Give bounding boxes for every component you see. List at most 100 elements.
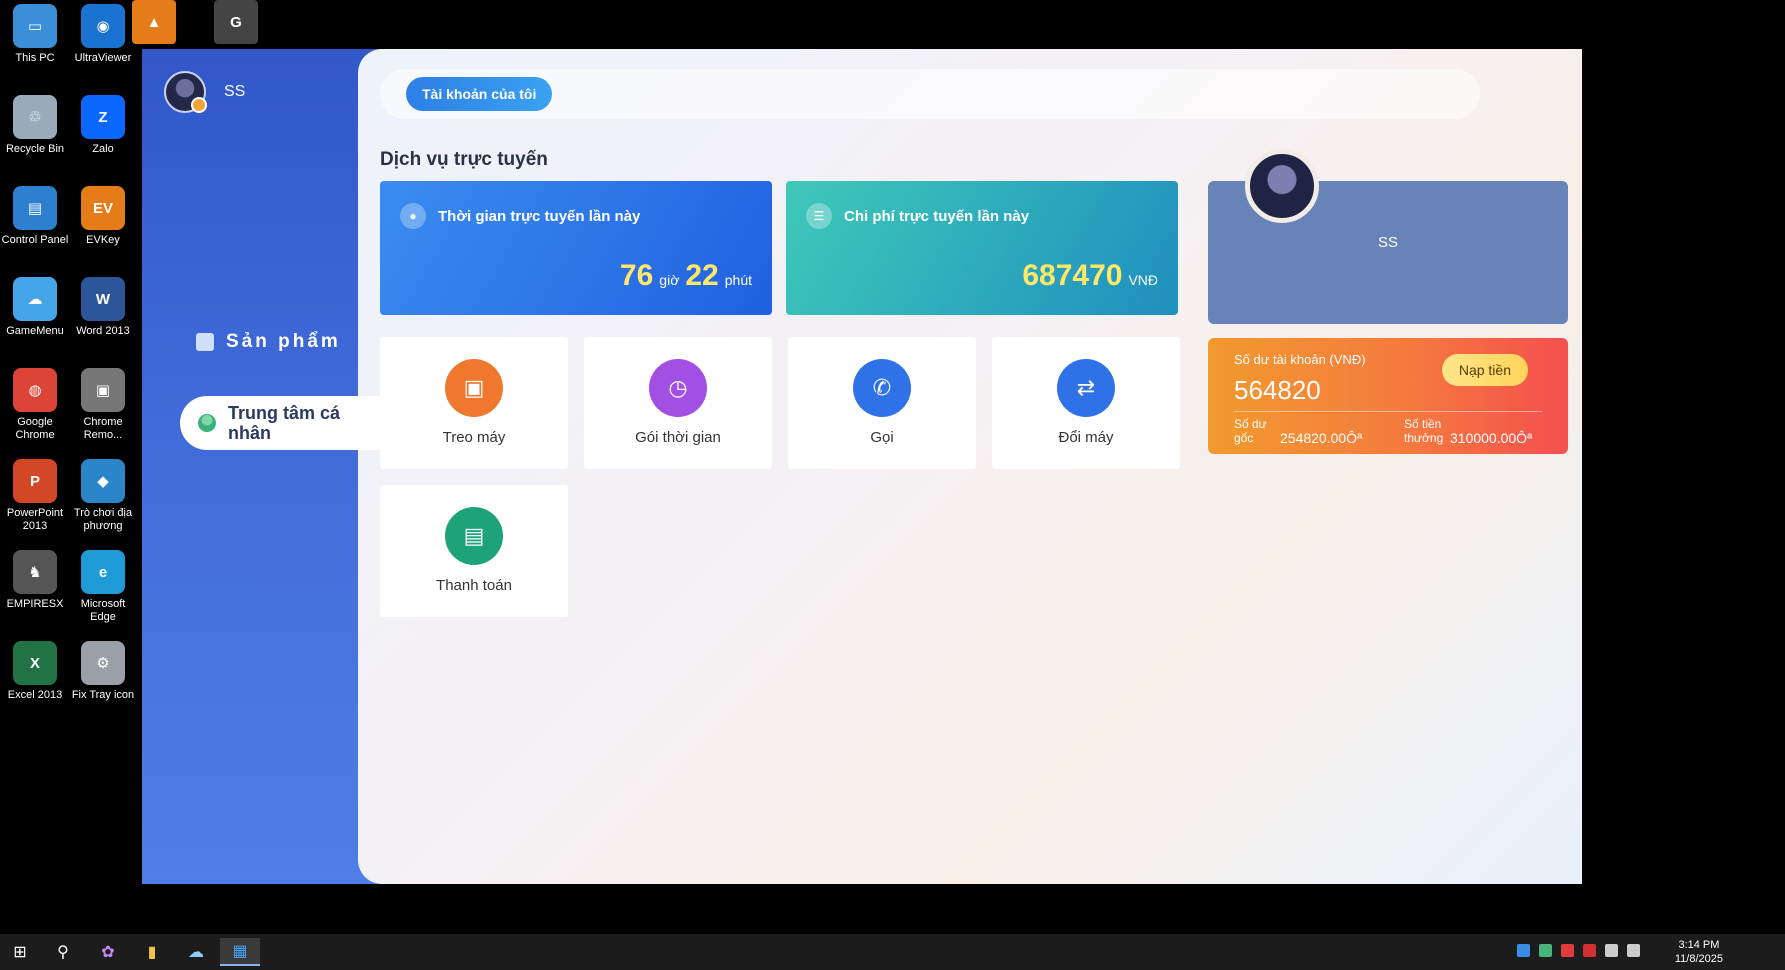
desktop-shortcut[interactable]: ▤ Control Panel [0, 186, 70, 247]
wallet-icon: ▤ [445, 507, 503, 565]
tray-app-icon[interactable] [1517, 944, 1530, 957]
desktop-shortcut[interactable]: ◉ UltraViewer [68, 4, 138, 65]
lion-app-icon[interactable]: ▲ [132, 0, 176, 44]
chrome-icon: ◍ [13, 368, 57, 412]
desktop-shortcut-label: Control Panel [1, 234, 69, 246]
lion-logo-icon: ▲ [132, 0, 176, 44]
sidebar-user[interactable]: SS [164, 71, 245, 113]
cost-unit: VNĐ [1128, 272, 1158, 288]
tile-label: Treo máy [442, 429, 506, 446]
desktop-shortcut[interactable]: ◍ Google Chrome [0, 368, 70, 442]
tile-label: Đổi máy [1058, 429, 1114, 446]
treo-may-tile[interactable]: ▣ Treo máy [380, 337, 568, 469]
cost-value: 687470 [1022, 259, 1123, 292]
network-icon[interactable] [1605, 944, 1618, 957]
word-icon: W [81, 277, 125, 321]
tray-network-app-icon[interactable] [1539, 944, 1552, 957]
top-tab-bar: Tài khoản của tôi [380, 69, 1480, 119]
sidebar-item-label: Trung tâm cá nhân [228, 403, 341, 443]
online-cost-title: Chi phí trực tuyến lần này [844, 207, 1030, 225]
recycle-bin-icon: ♲ [13, 95, 57, 139]
desktop-shortcut-label: EVKey [86, 234, 120, 246]
desktop-shortcut[interactable]: ☁ GameMenu [0, 277, 70, 338]
bonus-balance-label: Số tiền thưởng [1404, 417, 1444, 445]
desktop-shortcut[interactable]: W Word 2013 [68, 277, 138, 338]
desktop-shortcut[interactable]: EV EVKey [68, 186, 138, 247]
clock-date: 11/8/2025 [1674, 953, 1723, 965]
goi-thoi-gian-tile[interactable]: ◷ Gói thời gian [584, 337, 772, 469]
desktop-shortcut[interactable]: ♲ Recycle Bin [0, 95, 70, 156]
section-title: Dịch vụ trực tuyến [380, 149, 548, 170]
desktop-shortcut[interactable]: Z Zalo [68, 95, 138, 156]
online-cost-card: ☰ Chi phí trực tuyến lần này 687470 VNĐ [786, 181, 1178, 315]
sidebar-item-personal-center[interactable]: Trung tâm cá nhân [180, 396, 400, 450]
minutes-value: 22 [685, 259, 719, 292]
sidebar-item-products[interactable]: Sản phẩm [196, 331, 341, 353]
volume-icon[interactable] [1627, 944, 1640, 957]
ultraviewer-icon: ◉ [81, 4, 125, 48]
desktop-shortcut[interactable]: ⚙ Fix Tray icon [68, 641, 138, 702]
powerpoint-icon: P [13, 459, 57, 503]
balance-card: Số dư tài khoản (VNĐ) 564820 Nạp tiền Số… [1208, 338, 1568, 454]
bonus-balance-value: 310000.00Ôª [1450, 430, 1533, 446]
control-panel-icon: ▤ [13, 186, 57, 230]
tray-red-app-icon[interactable] [1561, 944, 1574, 957]
search-icon[interactable]: ⚲ [43, 938, 83, 966]
desktop-shortcut-label: Microsoft Edge [80, 598, 126, 623]
desktop-shortcut-label: UltraViewer [74, 52, 132, 64]
divider [1234, 411, 1542, 412]
base-balance: Số dư gốc 254820.00Ôª [1234, 417, 1362, 445]
online-time-title: Thời gian trực tuyến lần này [438, 207, 641, 225]
hours-unit: giờ [659, 272, 680, 288]
tray-v-icon[interactable] [1583, 944, 1596, 957]
user-icon [198, 414, 216, 432]
tab-my-account[interactable]: Tài khoản của tôi [406, 77, 553, 111]
phone-icon: ✆ [853, 359, 911, 417]
doi-may-tile[interactable]: ⇄ Đổi máy [992, 337, 1180, 469]
online-time-card: ● Thời gian trực tuyến lần này 76 giờ 22… [380, 181, 772, 315]
zalo-icon: Z [81, 95, 125, 139]
desktop-shortcut-label: Excel 2013 [7, 689, 63, 701]
windows-start-icon[interactable]: ⊞ [0, 938, 40, 966]
chrome-remote-icon: ▣ [81, 368, 125, 412]
g-logo-icon: G [214, 0, 258, 44]
desktop-shortcut[interactable]: ♞ EMPIRESX [0, 550, 70, 611]
base-balance-value: 254820.00Ôª [1280, 430, 1363, 446]
swap-icon: ⇄ [1057, 359, 1115, 417]
fix-tray-icon: ⚙ [81, 641, 125, 685]
excel-icon: X [13, 641, 57, 685]
file-explorer-icon[interactable]: ▮ [132, 938, 172, 966]
desktop-shortcut-label: Fix Tray icon [71, 689, 135, 701]
desktop-shortcut[interactable]: ▭ This PC [0, 4, 70, 65]
app-taskbar-icon[interactable]: ▦ [220, 938, 260, 966]
gamemenu-icon: ☁ [13, 277, 57, 321]
desktop-shortcut-label: Word 2013 [76, 325, 130, 337]
system-tray [1517, 944, 1640, 957]
desktop-shortcut-label: Google Chrome [15, 416, 55, 441]
copilot-icon[interactable]: ✿ [88, 938, 128, 966]
system-clock[interactable]: 3:14 PM 11/8/2025 [1675, 938, 1723, 966]
tile-label: Thanh toán [436, 577, 512, 594]
goi-tile[interactable]: ✆ Gọi [788, 337, 976, 469]
briefcase-clock-icon: ◷ [649, 359, 707, 417]
clock-icon: ● [400, 203, 426, 229]
g-app-icon[interactable]: G [214, 0, 258, 44]
cloud-icon[interactable]: ☁ [176, 938, 216, 966]
taskbar: ⊞ ⚲ ✿ ▮ ☁ ▦ 3:14 PM 11/8/2025 [0, 934, 1785, 970]
sidebar: SS Sản phẩm [142, 49, 382, 884]
local-games-icon: ◆ [81, 459, 125, 503]
topup-button[interactable]: Nạp tiền [1441, 354, 1528, 386]
sidebar-item-label: Sản phẩm [226, 331, 341, 352]
desktop-shortcut[interactable]: X Excel 2013 [0, 641, 70, 702]
monitor-lock-icon: ▣ [445, 359, 503, 417]
desktop-shortcut-label: PowerPoint 2013 [6, 507, 64, 532]
this-pc-icon: ▭ [13, 4, 57, 48]
desktop-shortcut-label: EMPIRESX [6, 598, 64, 610]
desktop-shortcut[interactable]: ▣ Chrome Remo... [68, 368, 138, 442]
desktop-shortcut[interactable]: e Microsoft Edge [68, 550, 138, 624]
thanh-toan-tile[interactable]: ▤ Thanh toán [380, 485, 568, 617]
empiresx-icon: ♞ [13, 550, 57, 594]
desktop-shortcut[interactable]: P PowerPoint 2013 [0, 459, 70, 533]
main-panel: Tài khoản của tôi × Dịch vụ trực tuyến ●… [358, 49, 1582, 884]
desktop-shortcut[interactable]: ◆ Trò chơi địa phương [68, 459, 138, 533]
